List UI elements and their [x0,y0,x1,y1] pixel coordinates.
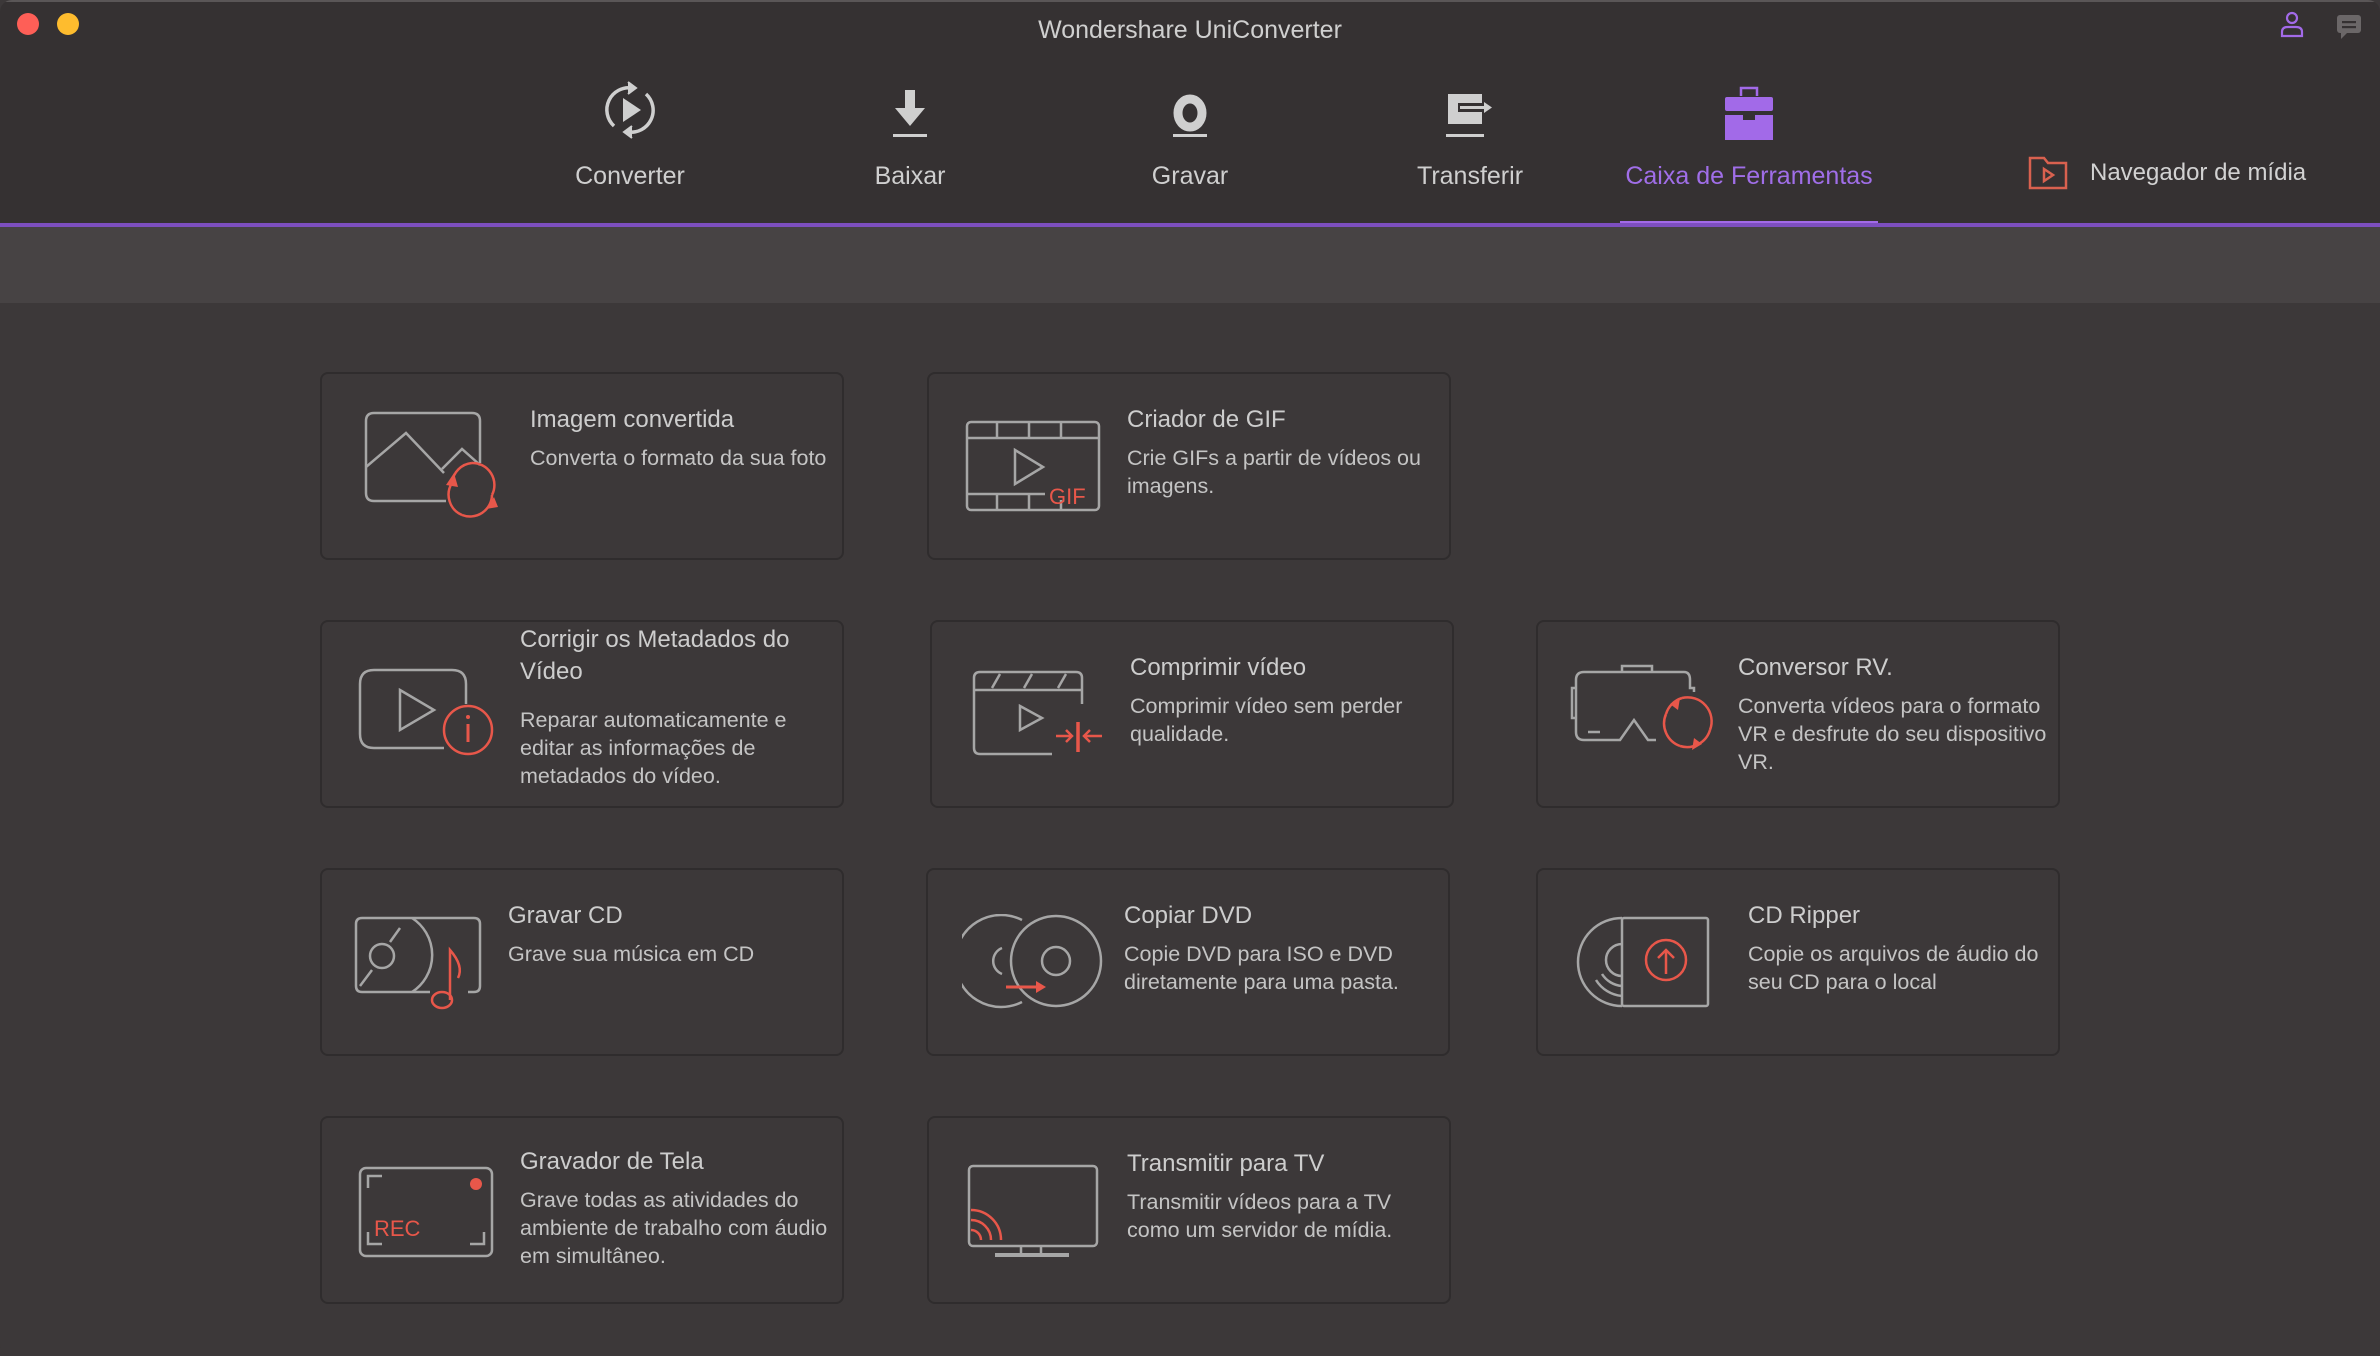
tool-title: Comprimir vídeo [1130,654,1307,681]
download-icon [878,78,942,142]
gif-maker-icon: GIF [965,374,1101,558]
video-metadata-icon [356,622,496,806]
transfer-icon [1438,78,1502,142]
tool-title: Criador de GIF [1127,406,1286,433]
tool-description: Copie os arquivos de áudio do seu CD par… [1748,942,2039,994]
convert-icon [598,78,662,142]
vr-converter-icon [1570,622,1720,806]
tool-card-comprimir-video[interactable]: Comprimir vídeo Comprimir vídeo sem perd… [930,620,1454,808]
tab-gravar[interactable]: Gravar [1140,78,1240,224]
tool-description: Comprimir vídeo sem perder qualidade. [1130,694,1403,746]
tab-baixar[interactable]: Baixar [860,78,960,224]
tool-title: Gravar CD [508,902,623,929]
tool-title: Conversor RV. [1738,654,1893,681]
tool-description: Grave sua música em CD [508,942,755,966]
tool-title: Corrigir os Metadados do Vídeo [520,626,790,685]
tool-card-copiar-dvd[interactable]: Copiar DVD Copie DVD para ISO e DVD dire… [926,868,1450,1056]
media-browser-label: Navegador de mídia [2090,159,2307,186]
sub-toolbar [0,227,2380,303]
tool-title: Copiar DVD [1124,902,1253,929]
toolbox-icon [1717,78,1781,142]
app-window: Wondershare UniConverter Converter Baixa… [0,0,2380,1356]
chat-icon[interactable] [2336,14,2362,40]
tab-label: Baixar [874,162,946,190]
cd-ripper-icon [1576,870,1716,1054]
tool-description: Reparar automaticamente e editar as info… [520,708,787,788]
tool-card-criador-de-gif[interactable]: GIF Criador de GIF Crie GIFs a partir de… [927,372,1451,560]
media-folder-icon [2028,156,2068,190]
tool-title: CD Ripper [1748,902,1861,929]
tool-description: Transmitir vídeos para a TV como um serv… [1127,1190,1393,1242]
tool-card-imagem-convertida[interactable]: Imagem convertida Converta o formato da … [320,372,844,560]
tool-card-conversor-rv[interactable]: Conversor RV. Converta vídeos para o for… [1536,620,2060,808]
cast-tv-icon [965,1118,1105,1302]
image-convert-icon [364,374,504,558]
tool-description: Grave todas as atividades do ambiente de… [520,1188,828,1268]
dvd-copy-icon [962,870,1112,1054]
tab-label: Converter [575,162,685,190]
tool-title: Transmitir para TV [1127,1150,1325,1177]
tool-description: Converta vídeos para o formato VR e desf… [1738,694,2047,774]
tool-description: Copie DVD para ISO e DVD diretamente par… [1124,942,1399,994]
video-compress-icon [970,622,1110,806]
record-icon [1158,78,1222,142]
tab-converter[interactable]: Converter [569,78,691,224]
tab-label: Gravar [1151,162,1229,190]
tab-label: Transferir [1416,162,1524,190]
tool-title: Imagem convertida [530,406,735,433]
tab-label: Caixa de Ferramentas [1625,162,1873,190]
cd-burn-icon [352,870,492,1054]
user-icon[interactable] [2278,10,2306,38]
tool-title: Gravador de Tela [520,1148,704,1175]
tool-card-corrigir-metadados[interactable]: Corrigir os Metadados do Vídeo Reparar a… [320,620,844,808]
app-title: Wondershare UniConverter [1038,16,1342,44]
screen-recorder-icon: REC [358,1118,498,1302]
svg-text:REC: REC [374,1216,421,1241]
tool-card-transmitir-para-tv[interactable]: Transmitir para TV Transmitir vídeos par… [927,1116,1451,1304]
media-browser-button[interactable]: Navegador de mídia [2028,156,2306,190]
tab-transferir[interactable]: Transferir [1410,78,1530,224]
tool-card-gravador-de-tela[interactable]: REC Gravador de Tela Grave todas as ativ… [320,1116,844,1304]
tool-card-cd-ripper[interactable]: CD Ripper Copie os arquivos de áudio do … [1536,868,2060,1056]
title-nav-bar: Wondershare UniConverter Converter Baixa… [0,0,2380,226]
tool-description: Converta o formato da sua foto [530,446,827,470]
svg-text:GIF: GIF [1049,484,1086,509]
tool-description: Crie GIFs a partir de vídeos ou imagens. [1127,446,1421,498]
tool-card-gravar-cd[interactable]: Gravar CD Grave sua música em CD [320,868,844,1056]
tab-caixa-de-ferramentas[interactable]: Caixa de Ferramentas [1620,78,1878,226]
